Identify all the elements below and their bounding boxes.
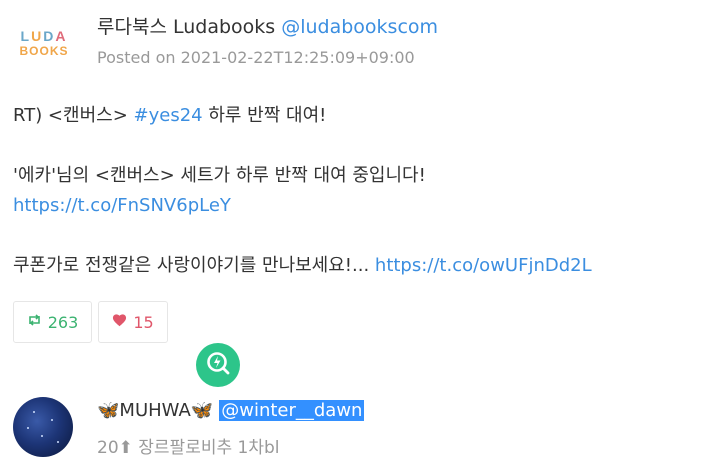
author-name[interactable]: 루다북스 Ludabooks	[97, 16, 275, 38]
tweet-text: 쿠폰가로 전쟁같은 사랑이야기를 만나보세요!...	[13, 255, 375, 276]
user-avatar[interactable]	[13, 397, 73, 457]
post-timestamp: Posted on 2021-02-22T12:25:09+09:00	[97, 48, 415, 67]
heart-icon	[112, 313, 127, 331]
author-avatar-logo[interactable]: LUDA BOOKS	[12, 14, 76, 72]
author-line: 루다북스 Ludabooks @ludabookscom	[97, 12, 438, 39]
user-display-name[interactable]: MUHWA	[119, 400, 190, 421]
logo-text-bottom: BOOKS	[19, 44, 69, 58]
user-name-line: 🦋 MUHWA 🦋 @winter__dawn	[97, 400, 365, 421]
tweet-link-2[interactable]: https://t.co/owUFjnDd2L	[375, 255, 592, 276]
like-count: 15	[133, 312, 154, 332]
author-handle[interactable]: @ludabookscom	[281, 16, 438, 38]
butterfly-icon: 🦋	[190, 400, 214, 421]
quote-search-badge[interactable]	[196, 343, 240, 387]
tweet-line-2: '에카'님의 <캔버스> 세트가 하루 반짝 대여 중입니다!	[13, 165, 426, 186]
lightning-search-icon	[205, 350, 231, 380]
tweet-line-1: RT) <캔버스> #yes24 하루 반짝 대여!	[13, 101, 693, 131]
tweet-link-1[interactable]: https://t.co/FnSNV6pLeY	[13, 195, 231, 216]
retweet-count: 263	[47, 312, 79, 332]
like-button[interactable]: 15	[98, 301, 168, 343]
user-status: 20⬆ 장르팔로비추 1차bl	[97, 438, 280, 458]
tweet-text: 하루 반짝 대여!	[202, 105, 327, 126]
user-handle[interactable]: @winter__dawn	[219, 400, 365, 421]
retweet-button[interactable]: 263	[13, 301, 92, 343]
retweet-icon	[27, 313, 42, 331]
hashtag-link[interactable]: #yes24	[134, 105, 203, 126]
tweet-text: RT) <캔버스>	[13, 105, 134, 126]
tweet-body: RT) <캔버스> #yes24 하루 반짝 대여! '에카'님의 <캔버스> …	[13, 101, 693, 281]
butterfly-icon: 🦋	[97, 400, 120, 421]
tweet-line-3: 쿠폰가로 전쟁같은 사랑이야기를 만나보세요!... https://t.co/…	[13, 251, 693, 281]
logo-text-top: LUDA	[20, 28, 68, 44]
